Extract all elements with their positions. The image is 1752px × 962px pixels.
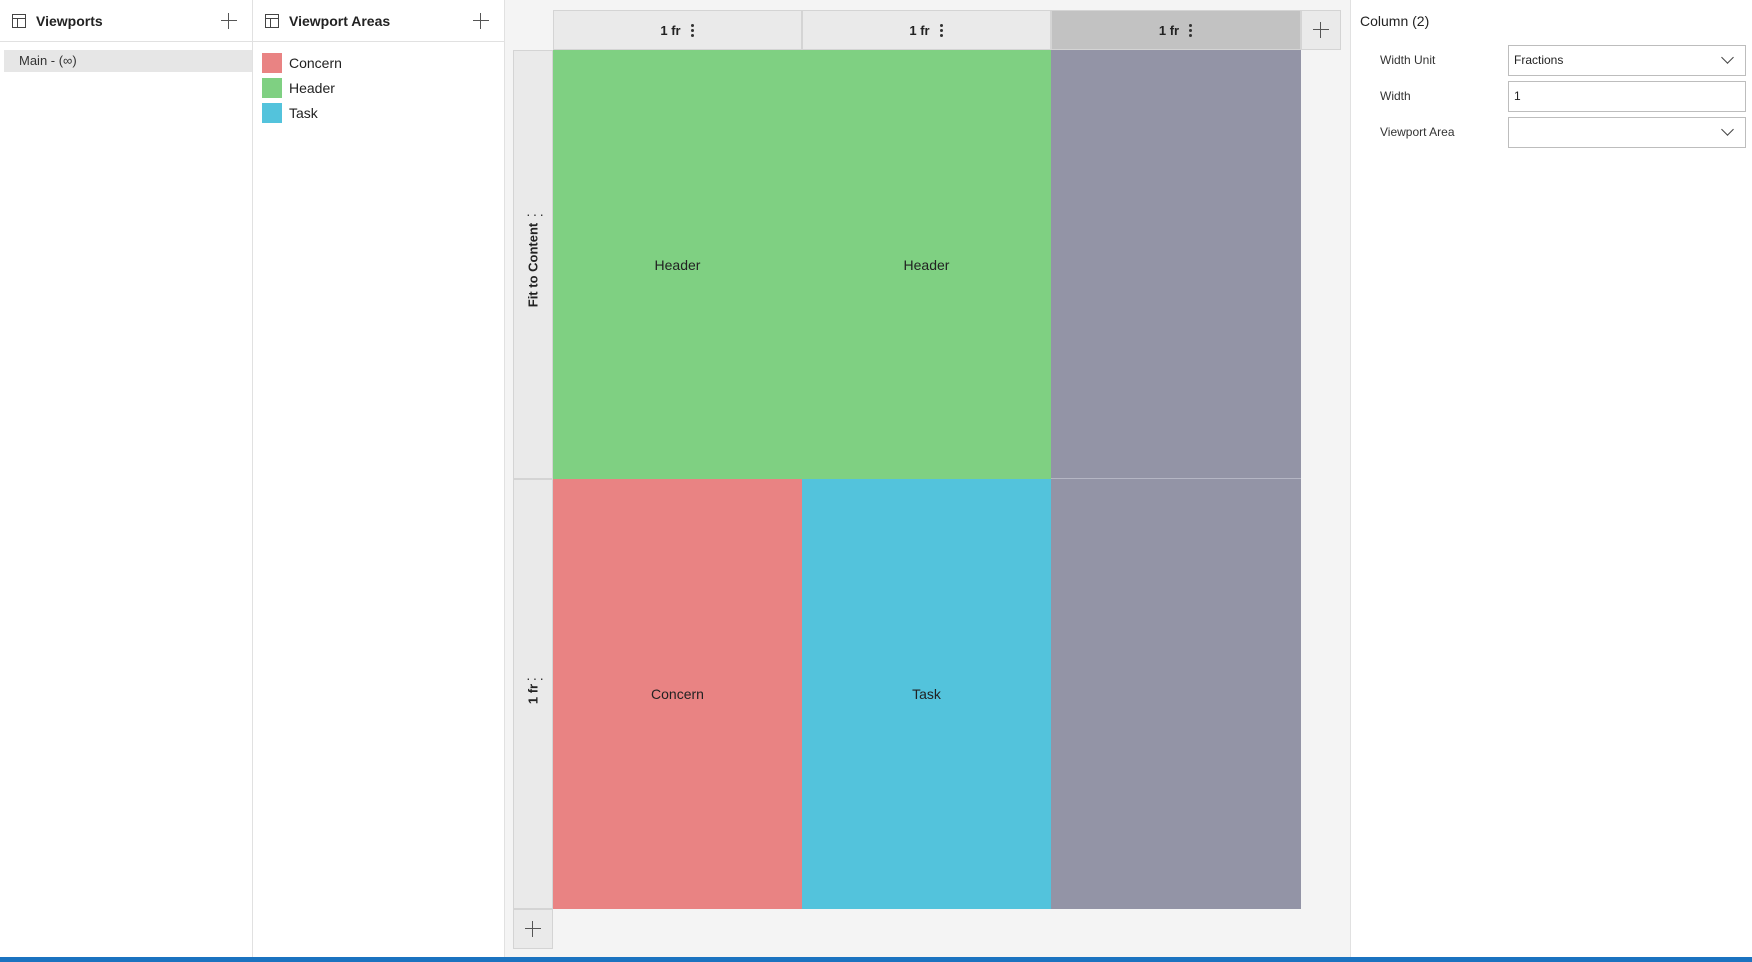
column-size-label: 1 fr <box>1158 22 1180 38</box>
grid-cell[interactable]: Task <box>802 479 1051 909</box>
properties-title: Column (2) <box>1360 13 1430 29</box>
cell-area-label: Header <box>654 256 701 273</box>
area-item-concern[interactable]: Concern <box>253 50 504 75</box>
add-column-button[interactable] <box>1301 10 1341 50</box>
cell-area-label: Concern <box>651 686 704 702</box>
column-header-2[interactable]: 1 fr <box>802 10 1051 50</box>
area-item-task[interactable]: Task <box>253 100 504 125</box>
row-size-label: Fit to Content <box>525 222 541 307</box>
width-unit-select[interactable]: Fractions <box>1508 44 1746 76</box>
grid-editor: 1 fr 1 fr 1 fr ··· Fit to Content ··· 1 … <box>505 0 1351 957</box>
viewport-area-list: Concern Header Task <box>253 42 504 125</box>
properties-panel: Column (2) Width Unit Fractions Width Vi… <box>1351 0 1752 957</box>
column-header-1[interactable]: 1 fr <box>553 10 802 50</box>
viewport-areas-title: Viewport Areas <box>289 12 391 29</box>
area-item-label: Header <box>289 79 335 96</box>
column-header-3[interactable]: 1 fr <box>1051 10 1301 50</box>
viewport-area-row: Viewport Area <box>1351 114 1752 150</box>
grid-cell[interactable]: Header <box>553 50 802 479</box>
add-viewport-area-button[interactable] <box>470 10 492 32</box>
chevron-down-icon <box>1721 123 1734 136</box>
width-input[interactable] <box>1508 80 1746 112</box>
column-menu-icon[interactable] <box>939 22 944 39</box>
row-header-1[interactable]: ··· Fit to Content <box>513 50 553 479</box>
cell-area-label: Header <box>903 256 950 273</box>
chevron-down-icon <box>1721 51 1734 64</box>
grid-cell[interactable] <box>1051 479 1301 909</box>
status-bar <box>0 957 1752 962</box>
layout-icon <box>265 13 279 28</box>
add-viewport-button[interactable] <box>218 10 240 32</box>
viewports-header: Viewports <box>0 0 252 42</box>
viewport-area-label: Viewport Area <box>1380 125 1455 139</box>
column-size-label: 1 fr <box>909 22 930 38</box>
width-unit-row: Width Unit Fractions <box>1351 42 1752 78</box>
viewport-area-select[interactable] <box>1508 116 1746 148</box>
column-size-label: 1 fr <box>660 22 681 38</box>
area-item-label: Concern <box>289 54 342 71</box>
row-size-label: 1 fr <box>525 683 541 705</box>
viewport-item-main[interactable]: Main - (∞) <box>4 50 252 72</box>
column-menu-icon[interactable] <box>1189 22 1193 39</box>
row-menu-icon[interactable]: ··· <box>526 206 546 222</box>
area-color-swatch <box>262 52 282 73</box>
plus-icon <box>522 918 544 940</box>
viewport-areas-header: Viewport Areas <box>253 0 504 42</box>
layout-icon <box>12 13 26 28</box>
area-color-swatch <box>262 77 282 98</box>
row-header-2[interactable]: ··· 1 fr <box>513 479 553 909</box>
width-row: Width <box>1351 78 1752 114</box>
column-menu-icon[interactable] <box>690 22 695 39</box>
plus-icon <box>1310 19 1332 41</box>
viewports-panel: Viewports Main - (∞) <box>0 0 253 957</box>
cell-area-label: Task <box>912 686 941 702</box>
grid-cell[interactable]: Header <box>802 50 1051 479</box>
width-label: Width <box>1380 89 1411 103</box>
add-row-button[interactable] <box>513 909 553 949</box>
width-unit-label: Width Unit <box>1380 53 1436 67</box>
area-item-label: Task <box>289 104 318 121</box>
layout-editor-app: Viewports Main - (∞) Viewport Areas Conc… <box>0 0 1752 962</box>
area-item-header[interactable]: Header <box>253 75 504 100</box>
grid-cell[interactable]: Concern <box>553 479 802 909</box>
viewport-areas-panel: Viewport Areas Concern Header Task <box>253 0 505 957</box>
area-color-swatch <box>262 102 282 123</box>
viewports-title: Viewports <box>36 12 103 29</box>
width-unit-value: Fractions <box>1514 53 1564 67</box>
grid-cell[interactable] <box>1051 50 1301 479</box>
